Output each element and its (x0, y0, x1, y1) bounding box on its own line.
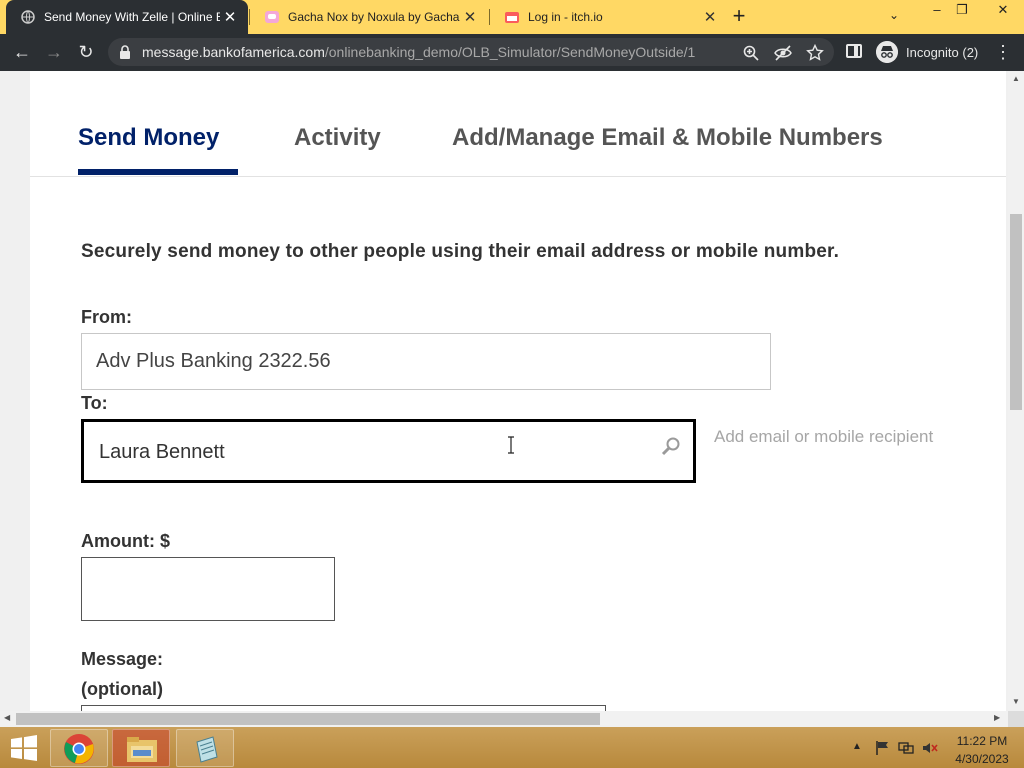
gacha-favicon-icon (265, 11, 279, 23)
from-account-value: Adv Plus Banking 2322.56 (96, 350, 331, 372)
tab-add-manage[interactable]: Add/Manage Email & Mobile Numbers (452, 124, 883, 152)
browser-tab-gacha[interactable]: Gacha Nox by Noxula by Gacha N ✕ (250, 0, 488, 34)
tab-send-money[interactable]: Send Money (78, 124, 219, 152)
text-cursor-icon (508, 436, 514, 454)
reload-button[interactable]: ↻ (74, 40, 98, 64)
horizontal-scroll-thumb[interactable] (16, 713, 600, 725)
incognito-icon[interactable] (876, 41, 898, 63)
scroll-left-arrow-icon[interactable]: ◀ (4, 713, 10, 722)
page-tabs: Send Money Activity Add/Manage Email & M… (30, 71, 1006, 177)
eye-off-icon[interactable] (774, 44, 792, 62)
scrollbar-corner (1008, 711, 1024, 727)
lock-icon[interactable] (118, 44, 132, 60)
page-viewport: Send Money Activity Add/Manage Email & M… (0, 71, 1008, 711)
browser-tab-title: Log in - itch.io (528, 10, 603, 24)
restore-button[interactable]: ❐ (947, 2, 977, 22)
taskbar-chrome[interactable] (50, 729, 108, 767)
side-panel-icon[interactable] (846, 44, 862, 58)
clock-date[interactable]: 4/30/2023 (954, 752, 1010, 766)
vertical-scroll-thumb[interactable] (1010, 214, 1022, 410)
close-tab-icon[interactable]: ✕ (220, 8, 240, 26)
scroll-right-arrow-icon[interactable]: ▶ (994, 713, 1000, 722)
taskbar-file-explorer[interactable] (112, 729, 170, 767)
amount-input[interactable] (81, 557, 335, 621)
new-tab-button[interactable]: + (728, 5, 750, 28)
close-tab-icon[interactable]: ✕ (460, 8, 480, 26)
browser-tab-title: Gacha Nox by Noxula by Gacha N (288, 10, 460, 24)
search-icon[interactable] (660, 436, 682, 458)
chrome-icon (64, 734, 94, 764)
message-optional-label: (optional) (81, 679, 163, 699)
message-label: Message: (81, 649, 164, 669)
url-host: message.bankofamerica.com (142, 44, 325, 60)
recipient-search-input[interactable]: Laura Bennett (81, 419, 696, 483)
tab-search-chevron-icon[interactable]: ⌄ (889, 8, 899, 22)
incognito-label[interactable]: Incognito (2) (906, 45, 978, 60)
browser-tab-title: Send Money With Zelle | Online B (44, 10, 220, 24)
browser-menu-icon[interactable]: ⋮ (994, 40, 1012, 64)
from-account-select[interactable]: Adv Plus Banking 2322.56 (81, 333, 771, 390)
tray-expand-icon[interactable]: ▲ (852, 741, 862, 752)
url-text[interactable]: message.bankofamerica.com/onlinebanking_… (142, 44, 695, 60)
content-card: Send Money Activity Add/Manage Email & M… (30, 71, 1006, 711)
from-label: From: (81, 307, 132, 327)
browser-tab-zelle[interactable]: Send Money With Zelle | Online B ✕ (6, 0, 248, 34)
close-tab-icon[interactable]: ✕ (700, 8, 720, 26)
network-icon[interactable] (898, 740, 914, 756)
recipient-value: Laura Bennett (99, 441, 225, 463)
notepad-icon (196, 736, 218, 763)
add-recipient-link[interactable]: Add email or mobile recipient (714, 427, 933, 447)
star-icon[interactable] (806, 44, 824, 62)
zoom-icon[interactable] (742, 44, 760, 62)
folder-icon (127, 737, 157, 762)
amount-label: Amount: $ (81, 531, 170, 551)
scroll-up-arrow-icon[interactable]: ▲ (1008, 74, 1024, 86)
volume-muted-icon[interactable] (922, 740, 938, 756)
active-tab-underline (78, 169, 238, 175)
itchio-favicon-icon (505, 12, 519, 23)
forward-button[interactable]: → (42, 40, 66, 64)
close-window-button[interactable]: ✕ (988, 2, 1018, 22)
flag-icon[interactable] (874, 740, 890, 756)
url-path: /onlinebanking_demo/OLB_Simulator/SendMo… (324, 44, 696, 60)
to-label: To: (81, 393, 108, 413)
back-button[interactable]: ← (10, 40, 34, 64)
taskbar-notes[interactable] (176, 729, 234, 767)
chrome-globe-icon (21, 10, 35, 24)
tab-activity[interactable]: Activity (294, 124, 381, 152)
intro-text: Securely send money to other people usin… (81, 241, 840, 262)
clock-time[interactable]: 11:22 PM (954, 734, 1010, 748)
scroll-down-arrow-icon[interactable]: ▼ (1008, 697, 1024, 709)
browser-tab-itch[interactable]: Log in - itch.io ✕ (490, 0, 728, 34)
windows-start-icon[interactable] (8, 734, 40, 762)
